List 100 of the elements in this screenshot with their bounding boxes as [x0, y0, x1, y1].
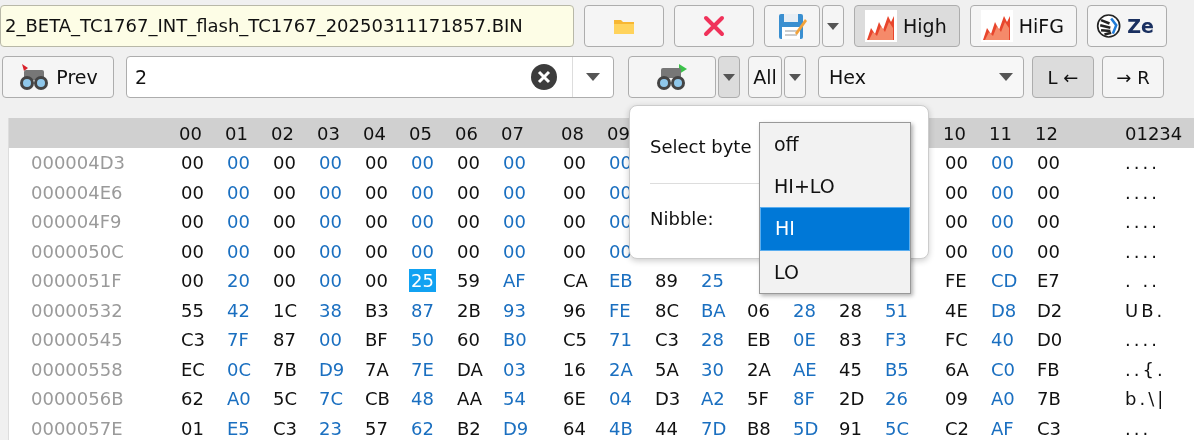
hex-byte[interactable]: 87 [409, 298, 436, 322]
hex-byte[interactable]: 26 [883, 387, 910, 411]
hex-byte[interactable]: 8C [653, 298, 682, 322]
hex-byte[interactable]: BA [699, 298, 728, 322]
hex-byte[interactable]: 7A [363, 357, 391, 381]
hex-byte[interactable]: CA [561, 269, 590, 293]
hex-byte[interactable]: 00 [271, 210, 298, 234]
hex-byte[interactable]: 7B [271, 357, 299, 381]
hex-byte[interactable]: 8F [791, 387, 817, 411]
hex-byte[interactable]: 2A [607, 357, 635, 381]
hex-byte[interactable]: 00 [271, 180, 298, 204]
hex-byte[interactable]: B3 [363, 298, 391, 322]
hex-byte[interactable]: 00 [179, 239, 206, 263]
hex-byte[interactable]: 00 [179, 151, 206, 175]
hex-byte[interactable]: 00 [501, 180, 528, 204]
scope-menu-button[interactable] [784, 56, 806, 98]
hex-byte[interactable]: 00 [317, 239, 344, 263]
hex-byte[interactable]: 7D [699, 416, 729, 440]
delete-button[interactable] [674, 5, 754, 47]
hex-byte[interactable]: 4B [607, 416, 635, 440]
hex-byte[interactable]: 5C [271, 387, 300, 411]
hex-byte[interactable]: 38 [317, 298, 344, 322]
format-dropdown[interactable]: Hex [818, 56, 1024, 98]
hex-byte[interactable]: 00 [363, 269, 390, 293]
hex-byte[interactable]: 00 [225, 151, 252, 175]
flame-chart-button[interactable]: High [854, 5, 960, 47]
hex-byte[interactable]: FE [607, 298, 633, 322]
hex-byte[interactable]: 00 [561, 151, 588, 175]
hex-byte[interactable]: 00 [363, 151, 390, 175]
hex-byte[interactable]: 7C [317, 387, 346, 411]
hex-byte[interactable]: 42 [225, 298, 252, 322]
hex-byte[interactable]: 57 [363, 416, 390, 440]
hex-byte[interactable]: 20 [225, 269, 252, 293]
prev-button[interactable]: Prev [2, 56, 114, 98]
hex-byte[interactable]: 62 [179, 387, 206, 411]
hex-byte[interactable]: 60 [455, 328, 482, 352]
hex-byte[interactable]: 28 [837, 298, 864, 322]
find-menu-button[interactable] [718, 56, 740, 98]
hex-byte[interactable]: 55 [179, 298, 206, 322]
hex-byte[interactable]: 1C [271, 298, 300, 322]
hex-byte[interactable]: 00 [317, 210, 344, 234]
hex-byte[interactable]: 00 [409, 151, 436, 175]
hex-byte[interactable]: A0 [225, 387, 253, 411]
direction-button[interactable]: → R [1102, 56, 1164, 98]
hex-byte[interactable]: 5C [883, 416, 912, 440]
hex-byte[interactable]: 2B [455, 298, 483, 322]
hex-byte[interactable]: 00 [561, 239, 588, 263]
hex-byte[interactable]: 00 [989, 151, 1016, 175]
hex-byte[interactable]: A2 [699, 387, 727, 411]
hex-byte[interactable]: AF [501, 269, 528, 293]
hex-byte[interactable]: 00 [501, 210, 528, 234]
hex-byte[interactable]: C3 [653, 328, 682, 352]
hex-byte[interactable]: 7B [1035, 387, 1063, 411]
hex-byte[interactable]: 5D [791, 416, 821, 440]
hex-byte[interactable]: 25 [699, 269, 726, 293]
flame-chart-button[interactable]: HiFG [969, 5, 1077, 47]
hex-byte[interactable]: EB [745, 328, 773, 352]
hex-byte[interactable]: 09 [943, 387, 970, 411]
hex-byte[interactable]: 89 [653, 269, 680, 293]
hex-byte[interactable]: 00 [317, 328, 344, 352]
hex-byte[interactable]: 96 [561, 298, 588, 322]
hex-byte[interactable]: 00 [561, 210, 588, 234]
dropdown-option[interactable]: HI+LO [760, 165, 910, 207]
hex-byte[interactable]: 00 [409, 180, 436, 204]
hex-byte[interactable]: 5A [653, 357, 681, 381]
hex-byte[interactable]: FC [943, 328, 970, 352]
hex-byte[interactable]: C3 [271, 416, 300, 440]
hex-byte[interactable]: E7 [1035, 269, 1062, 293]
hex-byte[interactable]: 28 [699, 328, 726, 352]
hex-byte[interactable]: FE [943, 269, 969, 293]
hex-byte[interactable]: E5 [225, 416, 252, 440]
hex-byte[interactable]: 04 [607, 387, 634, 411]
hex-byte[interactable]: 00 [455, 239, 482, 263]
hex-byte[interactable]: 87 [271, 328, 298, 352]
hex-byte[interactable]: 01 [179, 416, 206, 440]
hex-byte[interactable]: 03 [501, 357, 528, 381]
hex-byte[interactable]: D2 [1035, 298, 1065, 322]
dropdown-option[interactable]: LO [760, 251, 910, 293]
hex-byte[interactable]: 00 [363, 239, 390, 263]
hex-byte[interactable]: F3 [883, 328, 909, 352]
hex-byte[interactable]: 2D [837, 387, 867, 411]
search-field[interactable]: 2 [126, 56, 614, 98]
save-button[interactable] [764, 5, 820, 47]
hex-byte[interactable]: 40 [989, 328, 1016, 352]
hex-byte[interactable]: 83 [837, 328, 864, 352]
hex-byte[interactable]: EB [607, 269, 635, 293]
hex-byte[interactable]: 48 [409, 387, 436, 411]
hex-byte[interactable]: AF [989, 416, 1016, 440]
file-name-field[interactable]: 2_BETA_TC1767_INT_flash_TC1767_20250311171857.BIN [0, 5, 574, 47]
hex-byte[interactable]: B8 [745, 416, 773, 440]
hex-byte[interactable]: 64 [561, 416, 588, 440]
hex-byte[interactable]: 51 [883, 298, 910, 322]
find-next-button[interactable] [628, 56, 716, 98]
hex-byte[interactable]: 0E [791, 328, 818, 352]
hex-byte[interactable]: B0 [501, 328, 529, 352]
hex-byte[interactable]: 00 [409, 210, 436, 234]
hex-byte[interactable]: 00 [455, 210, 482, 234]
hex-byte[interactable]: 91 [837, 416, 864, 440]
hex-byte[interactable]: 00 [501, 151, 528, 175]
hex-byte[interactable]: 00 [561, 180, 588, 204]
